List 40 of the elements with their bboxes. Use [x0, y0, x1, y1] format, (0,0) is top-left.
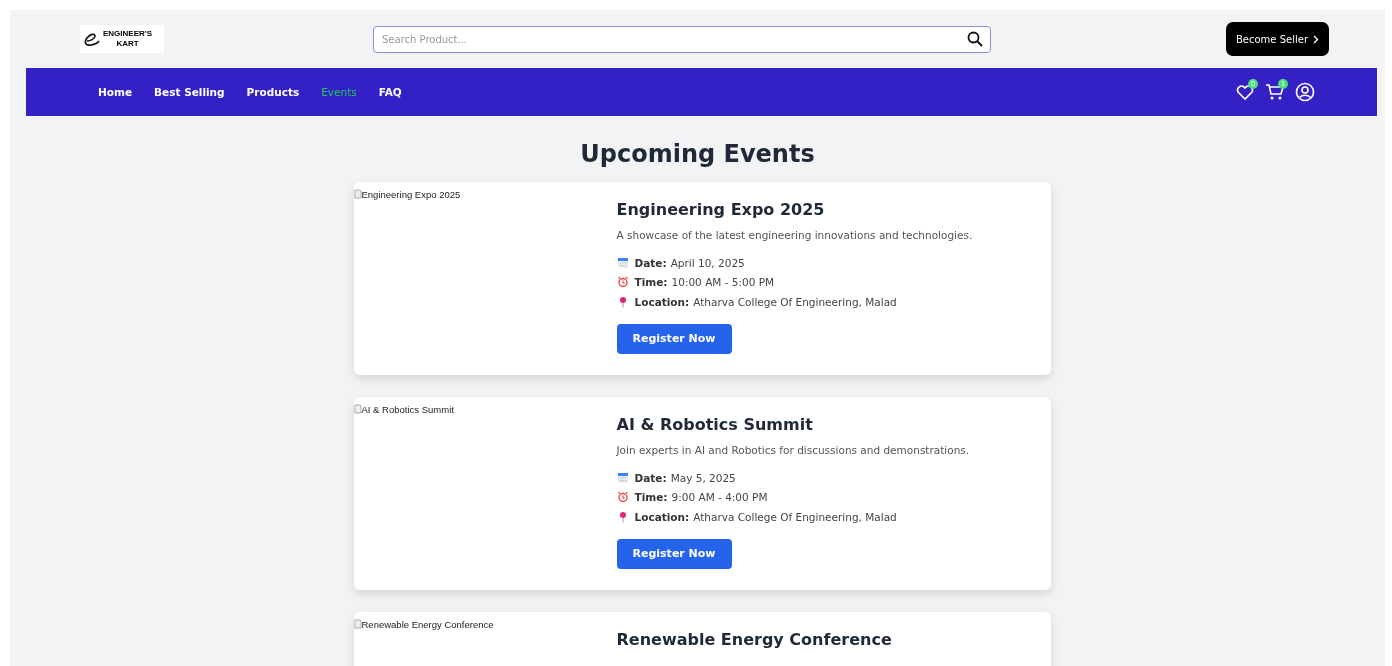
- logo-text: KART: [116, 39, 139, 49]
- nav-link[interactable]: Events: [321, 86, 357, 98]
- event-detail: Time: 9:00 AM - 4:00 PM: [634, 491, 768, 504]
- logo-text: ENGINEER'S: [103, 29, 153, 39]
- user-icon[interactable]: [1295, 82, 1315, 102]
- search-field[interactable]: Search Product...: [373, 25, 991, 53]
- event-title: Renewable Energy Conference: [616, 630, 892, 649]
- nav-link[interactable]: FAQ: [378, 86, 402, 98]
- event-detail: Location: Atharva College Of Engineering, Malad: [634, 295, 897, 308]
- event-description: Join experts in AI and Robotics for discussions and demonstrations.: [616, 444, 970, 456]
- broken-image-alt-text: AI & Robotics Summit: [353, 403, 454, 415]
- nav-link[interactable]: Best Selling: [154, 86, 225, 98]
- event-detail: Location: Atharva College Of Engineering, Malad: [634, 510, 897, 523]
- event-title: Engineering Expo 2025: [616, 200, 825, 219]
- event-detail: Date: May 5, 2025: [634, 471, 736, 484]
- logo[interactable]: ENGINEER'S KART: [80, 25, 164, 53]
- event-description: A showcase of the latest engineering innovations and technologies.: [616, 229, 973, 241]
- calendar-icon: [616, 256, 629, 269]
- broken-image-icon: [353, 189, 362, 199]
- page-heading: Upcoming Events: [579, 140, 816, 168]
- chevron-right-icon: [1313, 34, 1319, 44]
- register-button[interactable]: Register Now: [616, 323, 732, 354]
- event-detail: Time: 10:00 AM - 5:00 PM: [634, 276, 775, 289]
- broken-image-alt-text: Renewable Energy Conference: [353, 618, 494, 630]
- register-button[interactable]: Register Now: [616, 538, 732, 569]
- search-icon[interactable]: [967, 30, 983, 47]
- alarm-clock-icon: [616, 491, 629, 504]
- broken-image-alt-text: Engineering Expo 2025: [353, 188, 461, 200]
- calendar-icon: [616, 471, 629, 484]
- script-e-icon: [83, 31, 101, 47]
- heart-icon[interactable]: [1235, 82, 1255, 102]
- broken-image-icon: [353, 404, 362, 414]
- become-seller-button[interactable]: Become Seller: [1225, 22, 1329, 56]
- event-detail: Date: April 10, 2025: [634, 256, 745, 269]
- alarm-clock-icon: [616, 276, 629, 289]
- broken-image-icon: [353, 619, 362, 629]
- cart-icon[interactable]: [1265, 82, 1285, 102]
- nav-link[interactable]: Products: [246, 86, 300, 98]
- nav-link[interactable]: Home: [98, 86, 133, 98]
- event-title: AI & Robotics Summit: [616, 415, 813, 434]
